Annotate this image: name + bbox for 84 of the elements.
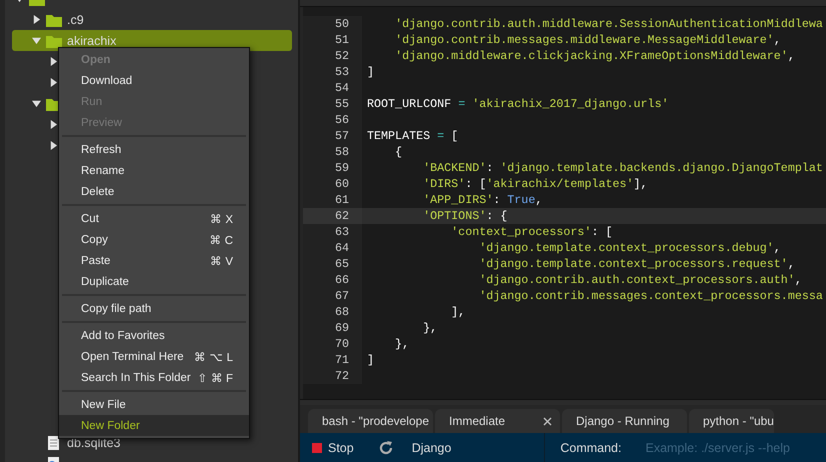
code-line: }, <box>394 337 410 351</box>
runner-name[interactable]: Django <box>412 440 452 454</box>
code-line: { <box>394 145 402 159</box>
shortcut-label: ⌘ ⌥ L <box>194 350 233 364</box>
line-number: 63 <box>303 224 362 240</box>
line-number: 61 <box>303 192 362 208</box>
code-line: 'django.contrib.auth.context_processors.auth', <box>478 273 802 287</box>
line-number: 69 <box>303 320 362 336</box>
folder-icon <box>46 12 62 26</box>
code-line: 'OPTIONS': { <box>422 209 508 223</box>
menu-item[interactable]: Refresh <box>59 139 249 160</box>
menu-item[interactable]: Delete <box>59 181 249 202</box>
code-line: 'DIRS': ['akirachix/templates'], <box>422 177 648 191</box>
stop-button[interactable]: Stop <box>310 440 356 454</box>
line-number: 70 <box>303 336 362 352</box>
file-icon <box>46 436 62 450</box>
code-line: 'APP_DIRS': True, <box>422 193 542 207</box>
tree-item-label[interactable]: .c9 <box>67 12 84 26</box>
line-number: 58 <box>303 144 362 160</box>
folder-icon <box>46 34 62 48</box>
line-number: 57 <box>303 128 362 144</box>
terminal-tab[interactable]: Django - Running <box>562 409 687 433</box>
line-number: 71 <box>303 352 362 368</box>
menu-item[interactable]: Search In This Folder ⇧ ⌘ F <box>59 367 249 388</box>
shortcut-label: ⌘ X <box>210 212 233 226</box>
code-line: ] <box>366 353 374 367</box>
line-number: 62 <box>303 208 362 224</box>
line-number: 52 <box>303 48 362 64</box>
shortcut-label: ⇧ ⌘ F <box>198 372 233 384</box>
line-number: 59 <box>303 160 362 176</box>
code-line: 'django.template.context_processors.debug', <box>478 241 781 255</box>
code-line: 'context_processors': [ <box>450 225 612 239</box>
terminal-tab[interactable]: python - "ubu <box>689 409 774 433</box>
command-label: Command: <box>560 440 622 454</box>
menu-item[interactable]: Cut ⌘ X <box>59 208 249 229</box>
code-line: 'BACKEND': 'django.template.backends.django.DjangoTemplat <box>422 161 823 175</box>
menu-item[interactable]: New Folder <box>59 415 249 436</box>
line-number: 64 <box>303 240 362 256</box>
menu-item[interactable]: Add to Favorites <box>59 325 249 346</box>
restart-icon[interactable] <box>378 440 394 456</box>
menu-item[interactable]: Duplicate <box>59 271 249 292</box>
line-number: 51 <box>303 32 362 48</box>
menu-item[interactable]: Paste ⌘ V <box>59 250 249 271</box>
code-line: ], <box>450 305 466 319</box>
line-number: 68 <box>303 304 362 320</box>
code-line: }, <box>422 321 438 335</box>
command-field[interactable]: Example: ./server.js --help <box>645 440 816 454</box>
line-number: 55 <box>303 96 362 112</box>
code-line: TEMPLATES = [ <box>366 129 458 143</box>
collapsed-arrow-icon[interactable] <box>49 57 58 66</box>
collapsed-arrow-icon[interactable] <box>32 15 41 24</box>
expanded-arrow-icon[interactable] <box>32 99 41 108</box>
code-line: ROOT_URLCONF = 'akirachix_2017_django.urls' <box>366 97 669 111</box>
code-line: 'django.contrib.messages.context_processors.messa <box>478 289 823 303</box>
menu-item[interactable]: Download <box>59 70 249 91</box>
line-number: 60 <box>303 176 362 192</box>
menu-item[interactable]: Copy file path <box>59 298 249 319</box>
code-line: ] <box>366 65 374 79</box>
line-number: 66 <box>303 272 362 288</box>
menu-item[interactable]: Open Terminal Here ⌘ ⌥ L <box>59 346 249 367</box>
menu-item[interactable]: Rename <box>59 160 249 181</box>
close-icon[interactable] <box>543 416 552 426</box>
code-line: 'django.middleware.clickjacking.XFrameOptionsMiddleware', <box>394 49 795 63</box>
line-number: 65 <box>303 256 362 272</box>
line-number: 50 <box>303 16 362 32</box>
collapsed-arrow-icon[interactable] <box>49 141 58 150</box>
code-line: 'django.contrib.auth.middleware.SessionAuthenticationMiddlewa <box>394 17 823 31</box>
shortcut-label: ⌘ C <box>210 234 233 246</box>
terminal-tab[interactable]: bash - "prodevelope <box>308 409 433 433</box>
menu-item[interactable]: New File <box>59 394 249 415</box>
tree-item-label[interactable]: db.sqlite3 <box>67 436 121 450</box>
collapsed-arrow-icon[interactable] <box>49 78 58 87</box>
terminal-tab[interactable]: Immediate <box>435 409 560 433</box>
menu-item[interactable]: Copy ⌘ C <box>59 229 249 250</box>
collapsed-arrow-icon[interactable] <box>49 120 58 129</box>
line-number: 72 <box>303 368 362 384</box>
code-line: 'django.contrib.messages.middleware.MessageMiddleware', <box>394 33 781 47</box>
stop-icon <box>312 442 322 452</box>
line-number: 54 <box>303 80 362 96</box>
line-number: 67 <box>303 288 362 304</box>
line-number: 56 <box>303 112 362 128</box>
line-number: 53 <box>303 64 362 80</box>
code-line: 'django.template.context_processors.request', <box>478 257 795 271</box>
shortcut-label: ⌘ V <box>210 254 233 268</box>
